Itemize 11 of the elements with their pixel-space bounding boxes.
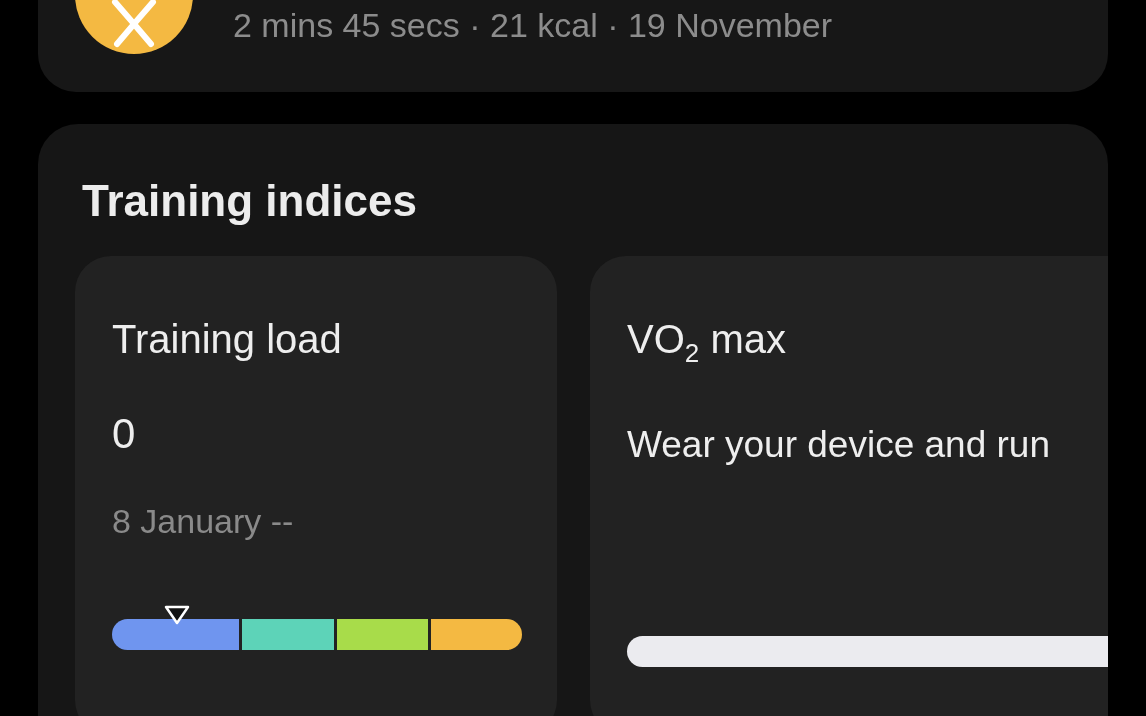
level-marker-icon <box>163 604 191 626</box>
index-card[interactable]: VO$_{2}$ max Wear your device and run <box>590 256 1108 716</box>
workout-card[interactable]: 2 mins 45 secs · 21 kcal · 19 November <box>38 0 1108 92</box>
index-card[interactable]: Training load 0 8 January -- <box>75 256 557 716</box>
date-label: 8 January -- <box>112 502 295 541</box>
workout-summary: 2 mins 45 secs · 21 kcal · 19 November <box>233 6 833 45</box>
section-title: Training indices <box>82 176 418 226</box>
card-title: Training load <box>112 316 343 362</box>
load-value: 0 <box>112 410 137 458</box>
card-message: Wear your device and run <box>627 424 1051 466</box>
card-title: VO$_{2}$ max <box>627 316 787 370</box>
